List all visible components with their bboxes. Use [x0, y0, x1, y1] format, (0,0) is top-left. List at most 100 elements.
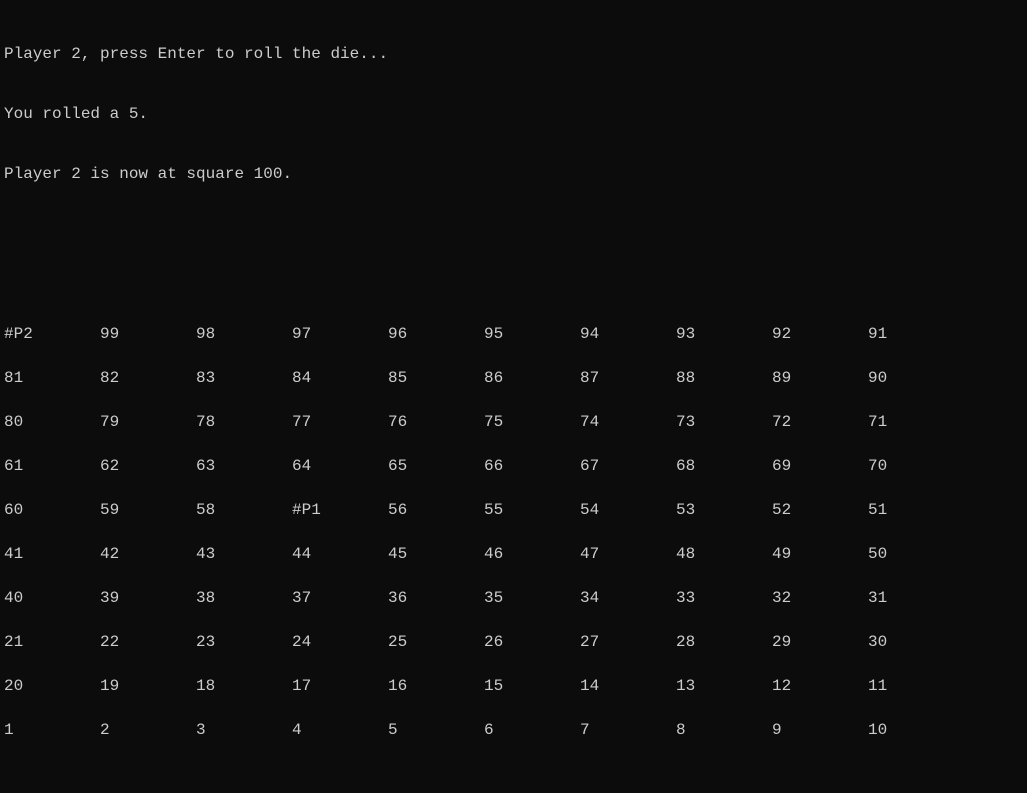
- board-cell: 26: [484, 632, 580, 652]
- board-cell: 50: [868, 544, 964, 564]
- board-cell: 93: [676, 324, 772, 344]
- board-cell: 60: [2, 500, 100, 520]
- board-cell: 16: [388, 676, 484, 696]
- board-cell: 72: [772, 412, 868, 432]
- player-marker: #P2: [2, 324, 100, 344]
- board-cell: 6: [484, 720, 580, 740]
- board-cell: 58: [196, 500, 292, 520]
- board-cell: 30: [868, 632, 964, 652]
- board-cell: 89: [772, 368, 868, 388]
- board-cell: 2: [100, 720, 196, 740]
- board-cell: 83: [196, 368, 292, 388]
- board-cell: 46: [484, 544, 580, 564]
- board-cell: 9: [772, 720, 868, 740]
- board-cell: 52: [772, 500, 868, 520]
- board-cell: 96: [388, 324, 484, 344]
- board-row: 40393837363534333231: [2, 588, 1027, 608]
- board-cell: 74: [580, 412, 676, 432]
- board-cell: 29: [772, 632, 868, 652]
- board-cell: 79: [100, 412, 196, 432]
- player-marker: #P1: [292, 500, 388, 520]
- board-cell: 53: [676, 500, 772, 520]
- board-cell: 42: [100, 544, 196, 564]
- board-cell: 40: [2, 588, 100, 608]
- board-cell: 99: [100, 324, 196, 344]
- board-cell: 86: [484, 368, 580, 388]
- board-cell: 59: [100, 500, 196, 520]
- board-cell: 37: [292, 588, 388, 608]
- board-cell: 25: [388, 632, 484, 652]
- board-cell: 91: [868, 324, 964, 344]
- terminal-output: Player 2, press Enter to roll the die...…: [0, 0, 1027, 793]
- board-cell: 95: [484, 324, 580, 344]
- board-cell: 56: [388, 500, 484, 520]
- board-cell: 84: [292, 368, 388, 388]
- board-cell: 41: [2, 544, 100, 564]
- board-cell: 61: [2, 456, 100, 476]
- board-cell: 18: [196, 676, 292, 696]
- board-cell: 22: [100, 632, 196, 652]
- board-cell: 75: [484, 412, 580, 432]
- board-cell: 88: [676, 368, 772, 388]
- board-cell: 1: [2, 720, 100, 740]
- board-cell: 8: [676, 720, 772, 740]
- board-cell: 82: [100, 368, 196, 388]
- board-cell: 90: [868, 368, 964, 388]
- board-cell: 27: [580, 632, 676, 652]
- board-cell: 35: [484, 588, 580, 608]
- board-cell: 70: [868, 456, 964, 476]
- board-cell: 80: [2, 412, 100, 432]
- board-cell: 66: [484, 456, 580, 476]
- board-cell: 49: [772, 544, 868, 564]
- board-cell: 32: [772, 588, 868, 608]
- board-cell: 85: [388, 368, 484, 388]
- board-cell: 10: [868, 720, 964, 740]
- board-cell: 97: [292, 324, 388, 344]
- board-cell: 54: [580, 500, 676, 520]
- board-cell: 23: [196, 632, 292, 652]
- board-cell: 94: [580, 324, 676, 344]
- board-row: 12345678910: [2, 720, 1027, 740]
- board-cell: 38: [196, 588, 292, 608]
- board-cell: 19: [100, 676, 196, 696]
- board-cell: 3: [196, 720, 292, 740]
- board-cell: 12: [772, 676, 868, 696]
- board-cell: 44: [292, 544, 388, 564]
- board-cell: 7: [580, 720, 676, 740]
- board-row: 61626364656667686970: [2, 456, 1027, 476]
- board-row: 21222324252627282930: [2, 632, 1027, 652]
- roll-result-line: You rolled a 5.: [2, 104, 1027, 124]
- board-cell: 39: [100, 588, 196, 608]
- board-cell: 78: [196, 412, 292, 432]
- board-cell: 17: [292, 676, 388, 696]
- board-row: 20191817161514131211: [2, 676, 1027, 696]
- board-cell: 14: [580, 676, 676, 696]
- board-cell: 33: [676, 588, 772, 608]
- board-cell: 47: [580, 544, 676, 564]
- board-cell: 43: [196, 544, 292, 564]
- position-line: Player 2 is now at square 100.: [2, 164, 1027, 184]
- board-row: 41424344454647484950: [2, 544, 1027, 564]
- board-cell: 67: [580, 456, 676, 476]
- board-cell: 92: [772, 324, 868, 344]
- board-cell: 31: [868, 588, 964, 608]
- board-cell: 71: [868, 412, 964, 432]
- board-row: #P2999897969594939291: [2, 324, 1027, 344]
- game-board: #P29998979695949392918182838485868788899…: [2, 324, 1027, 740]
- board-row: 81828384858687888990: [2, 368, 1027, 388]
- prompt-line: Player 2, press Enter to roll the die...: [2, 44, 1027, 64]
- board-cell: 69: [772, 456, 868, 476]
- board-cell: 76: [388, 412, 484, 432]
- board-cell: 77: [292, 412, 388, 432]
- board-cell: 73: [676, 412, 772, 432]
- board-cell: 36: [388, 588, 484, 608]
- board-cell: 64: [292, 456, 388, 476]
- board-cell: 62: [100, 456, 196, 476]
- board-cell: 15: [484, 676, 580, 696]
- board-cell: 5: [388, 720, 484, 740]
- board-cell: 65: [388, 456, 484, 476]
- board-cell: 11: [868, 676, 964, 696]
- board-row: 80797877767574737271: [2, 412, 1027, 432]
- board-cell: 4: [292, 720, 388, 740]
- board-cell: 68: [676, 456, 772, 476]
